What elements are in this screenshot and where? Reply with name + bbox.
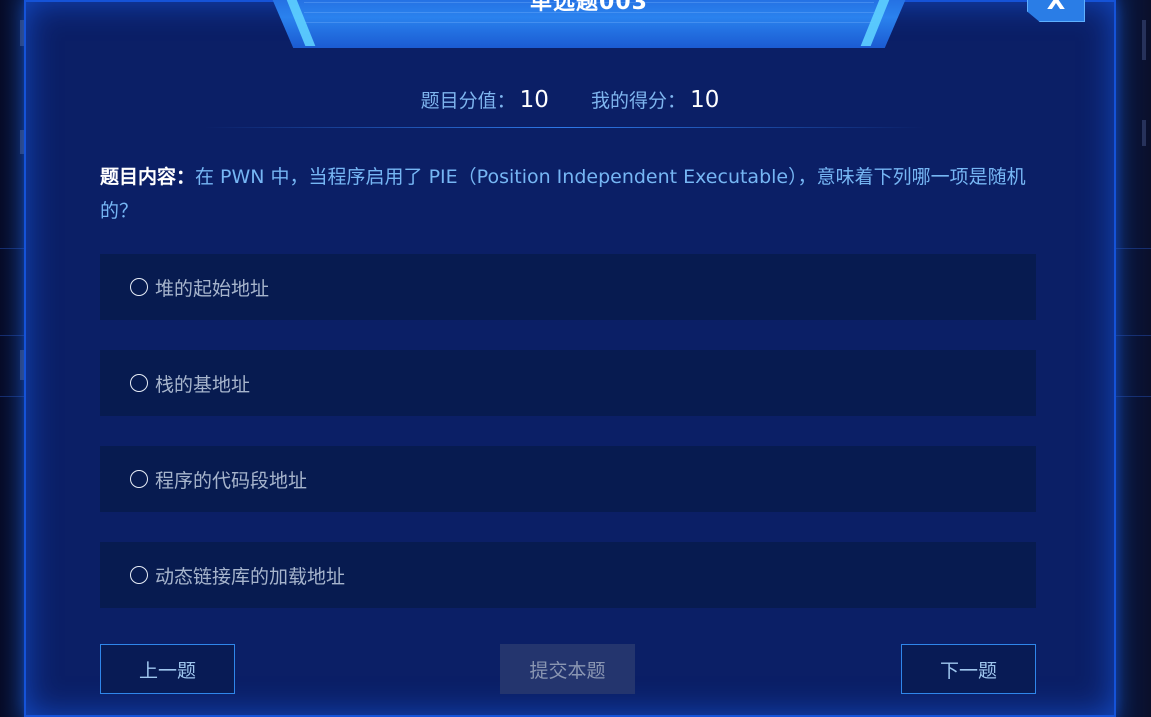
- option-b[interactable]: 栈的基地址: [100, 350, 1036, 416]
- my-score-label: 我的得分：: [591, 90, 687, 112]
- option-label: 程序的代码段地址: [155, 469, 308, 492]
- background-mark: [1142, 120, 1146, 146]
- my-score-value: 10: [690, 87, 720, 113]
- question-score-label: 题目分值：: [420, 90, 516, 112]
- option-label: 栈的基地址: [155, 373, 251, 396]
- radio-circle-icon[interactable]: [130, 566, 148, 584]
- score-row: 题目分值： 10 我的得分： 10: [24, 86, 1116, 113]
- radio-circle-icon[interactable]: [130, 374, 148, 392]
- close-button[interactable]: X: [1027, 0, 1085, 22]
- option-label: 堆的起始地址: [155, 277, 270, 300]
- radio-circle-icon[interactable]: [130, 470, 148, 488]
- background-mark: [1142, 20, 1146, 60]
- title-stripe: [304, 22, 874, 23]
- score-divider: [204, 127, 924, 128]
- question-text: 在 PWN 中，当程序启用了 PIE（Position Independent …: [100, 166, 1026, 222]
- next-question-button[interactable]: 下一题: [901, 644, 1036, 694]
- option-d[interactable]: 动态链接库的加载地址: [100, 542, 1036, 608]
- modal-title: 单选题003: [530, 0, 648, 15]
- question-block: 题目内容：在 PWN 中，当程序启用了 PIE（Position Indepen…: [100, 160, 1040, 228]
- option-c[interactable]: 程序的代码段地址: [100, 446, 1036, 512]
- prev-question-button[interactable]: 上一题: [100, 644, 235, 694]
- radio-circle-icon[interactable]: [130, 278, 148, 296]
- question-score-value: 10: [519, 87, 549, 113]
- submit-button[interactable]: 提交本题: [500, 644, 635, 694]
- question-label: 题目内容：: [100, 166, 196, 188]
- quiz-modal: 单选题003 X 题目分值： 10 我的得分： 10 题目内容：在 PWN 中，当程…: [24, 0, 1116, 717]
- option-a[interactable]: 堆的起始地址: [100, 254, 1036, 320]
- option-label: 动态链接库的加载地址: [155, 565, 346, 588]
